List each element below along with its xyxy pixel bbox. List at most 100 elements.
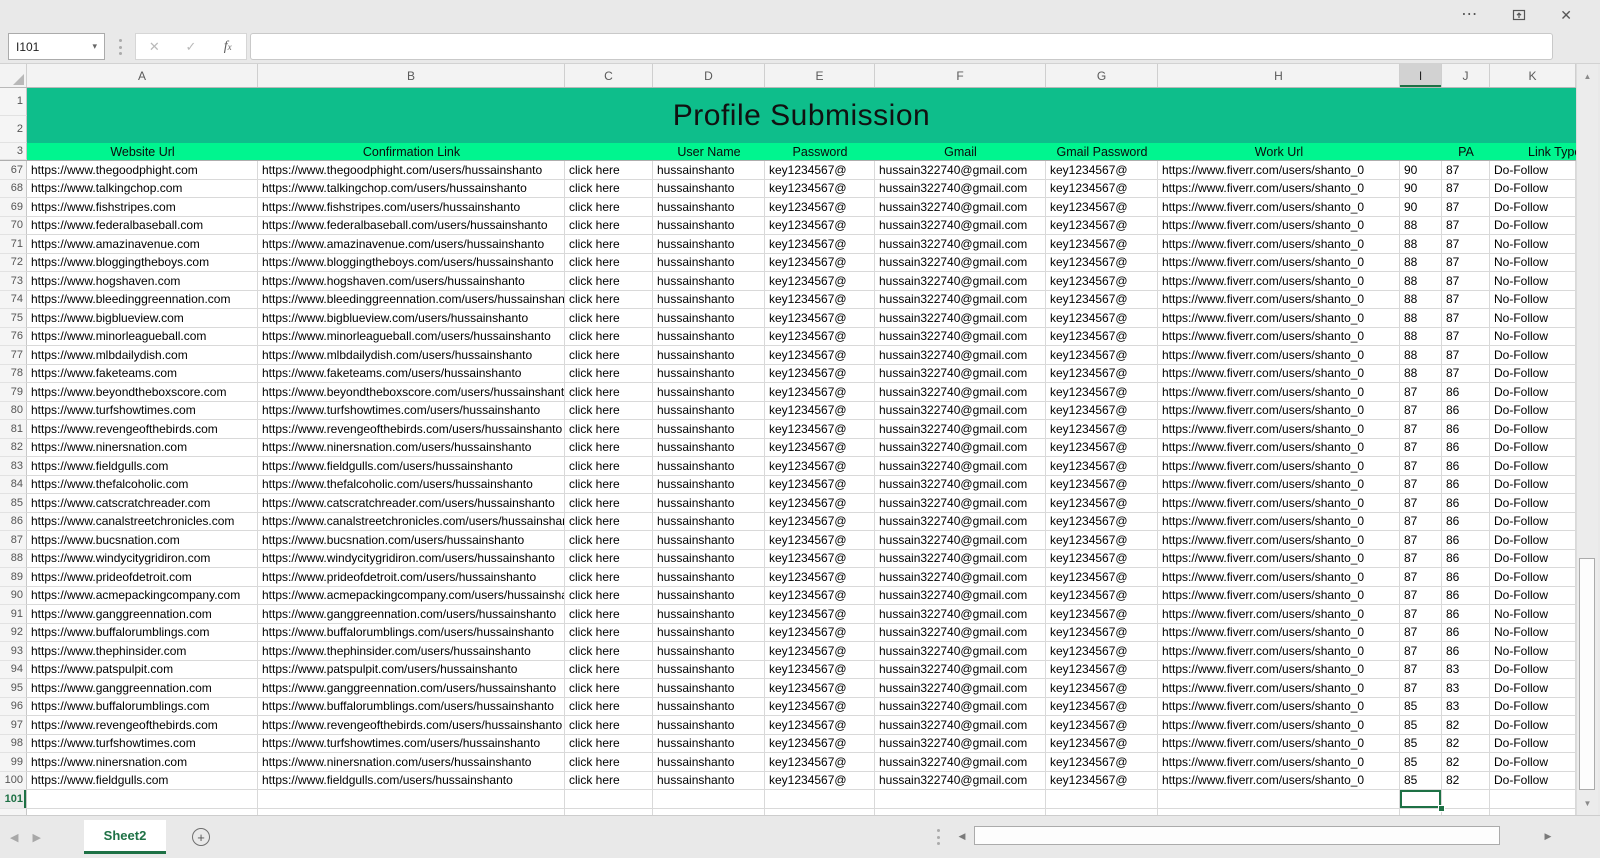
- cell[interactable]: click here: [565, 513, 653, 532]
- row-header-83[interactable]: 83: [0, 457, 27, 476]
- cell[interactable]: 85: [1400, 716, 1442, 735]
- cell[interactable]: 87: [1442, 365, 1490, 384]
- cell[interactable]: 86: [1442, 587, 1490, 606]
- cell[interactable]: https://www.ganggreennation.com/users/hu…: [258, 605, 565, 624]
- cell[interactable]: key1234567@: [1046, 605, 1158, 624]
- cell[interactable]: hussainshanto: [653, 235, 765, 254]
- cell[interactable]: 85: [1400, 735, 1442, 754]
- cell[interactable]: Do-Follow: [1490, 550, 1576, 569]
- cell[interactable]: https://www.bucsnation.com/users/hussain…: [258, 531, 565, 550]
- cell[interactable]: 87: [1442, 161, 1490, 180]
- cell[interactable]: https://www.bleedinggreennation.com: [27, 291, 258, 310]
- cell[interactable]: 87: [1400, 624, 1442, 643]
- cell[interactable]: click here: [565, 753, 653, 772]
- row-header-97[interactable]: 97: [0, 716, 27, 735]
- cell[interactable]: [875, 790, 1046, 809]
- cell[interactable]: https://www.fiverr.com/users/shanto_0: [1158, 624, 1400, 643]
- cell[interactable]: https://www.fiverr.com/users/shanto_0: [1158, 439, 1400, 458]
- cell[interactable]: hussain322740@gmail.com: [875, 587, 1046, 606]
- cell[interactable]: 82: [1442, 753, 1490, 772]
- row-header-87[interactable]: 87: [0, 531, 27, 550]
- sheet-tab-sheet2[interactable]: Sheet2: [84, 820, 166, 854]
- cell[interactable]: key1234567@: [765, 624, 875, 643]
- cell[interactable]: key1234567@: [1046, 735, 1158, 754]
- cell[interactable]: https://www.faketeams.com: [27, 365, 258, 384]
- cell[interactable]: https://www.catscratchreader.com: [27, 494, 258, 513]
- cell[interactable]: click here: [565, 254, 653, 273]
- cell[interactable]: key1234567@: [1046, 328, 1158, 347]
- cell[interactable]: https://www.canalstreetchronicles.com: [27, 513, 258, 532]
- cell[interactable]: hussainshanto: [653, 716, 765, 735]
- cell[interactable]: click here: [565, 272, 653, 291]
- cell[interactable]: hussainshanto: [653, 180, 765, 199]
- cell[interactable]: hussain322740@gmail.com: [875, 402, 1046, 421]
- cell[interactable]: No-Follow: [1490, 291, 1576, 310]
- cell[interactable]: 85: [1400, 753, 1442, 772]
- cell[interactable]: https://www.revengeofthebirds.com/users/…: [258, 716, 565, 735]
- column-header-k[interactable]: K: [1490, 64, 1576, 87]
- cell[interactable]: [1490, 790, 1576, 809]
- cell[interactable]: hussainshanto: [653, 457, 765, 476]
- cell[interactable]: 87: [1400, 587, 1442, 606]
- cell[interactable]: key1234567@: [765, 235, 875, 254]
- cell[interactable]: 86: [1442, 383, 1490, 402]
- cell[interactable]: 86: [1442, 420, 1490, 439]
- cell[interactable]: 87: [1442, 180, 1490, 199]
- cell[interactable]: key1234567@: [1046, 513, 1158, 532]
- row-header-95[interactable]: 95: [0, 679, 27, 698]
- cell[interactable]: key1234567@: [765, 198, 875, 217]
- cell[interactable]: 87: [1442, 328, 1490, 347]
- cell[interactable]: https://www.fieldgulls.com/users/hussain…: [258, 772, 565, 791]
- cell[interactable]: 87: [1400, 568, 1442, 587]
- cell[interactable]: key1234567@: [765, 476, 875, 495]
- cell[interactable]: 82: [1442, 716, 1490, 735]
- cell[interactable]: click here: [565, 624, 653, 643]
- cell[interactable]: hussainshanto: [653, 698, 765, 717]
- cell[interactable]: key1234567@: [765, 439, 875, 458]
- cell[interactable]: click here: [565, 531, 653, 550]
- cell[interactable]: hussain322740@gmail.com: [875, 180, 1046, 199]
- cell[interactable]: https://www.thegoodphight.com: [27, 161, 258, 180]
- cell[interactable]: key1234567@: [765, 291, 875, 310]
- cell[interactable]: Do-Follow: [1490, 476, 1576, 495]
- cell[interactable]: Do-Follow: [1490, 661, 1576, 680]
- cell[interactable]: key1234567@: [1046, 716, 1158, 735]
- cell[interactable]: click here: [565, 365, 653, 384]
- select-all-button[interactable]: [0, 64, 27, 87]
- cell[interactable]: key1234567@: [1046, 457, 1158, 476]
- cell[interactable]: key1234567@: [765, 568, 875, 587]
- cell[interactable]: 88: [1400, 291, 1442, 310]
- cell[interactable]: 86: [1442, 513, 1490, 532]
- cell[interactable]: key1234567@: [1046, 291, 1158, 310]
- cell[interactable]: key1234567@: [1046, 217, 1158, 236]
- cell[interactable]: hussainshanto: [653, 642, 765, 661]
- cell[interactable]: https://www.fiverr.com/users/shanto_0: [1158, 735, 1400, 754]
- cell[interactable]: key1234567@: [765, 272, 875, 291]
- cell[interactable]: https://www.amazinavenue.com/users/hussa…: [258, 235, 565, 254]
- cell[interactable]: https://www.buffalorumblings.com: [27, 698, 258, 717]
- column-header-a[interactable]: A: [27, 64, 258, 87]
- row-header-86[interactable]: 86: [0, 513, 27, 532]
- row-header-88[interactable]: 88: [0, 550, 27, 569]
- cell[interactable]: hussainshanto: [653, 661, 765, 680]
- active-cell-i101[interactable]: [1400, 790, 1442, 809]
- cell[interactable]: https://www.fiverr.com/users/shanto_0: [1158, 328, 1400, 347]
- vertical-scrollbar[interactable]: ▲ ▼: [1576, 64, 1598, 815]
- close-icon[interactable]: ✕: [1560, 0, 1572, 30]
- cell[interactable]: [1442, 790, 1490, 809]
- cell[interactable]: 87: [1400, 402, 1442, 421]
- cell[interactable]: https://www.acmepackingcompany.com: [27, 587, 258, 606]
- cell[interactable]: https://www.fieldgulls.com: [27, 772, 258, 791]
- cell[interactable]: https://www.mlbdailydish.com/users/hussa…: [258, 346, 565, 365]
- row-header-67[interactable]: 67: [0, 161, 27, 180]
- cell[interactable]: click here: [565, 457, 653, 476]
- column-header-g[interactable]: G: [1046, 64, 1158, 87]
- cell[interactable]: click here: [565, 291, 653, 310]
- cell[interactable]: Do-Follow: [1490, 679, 1576, 698]
- cell[interactable]: key1234567@: [765, 550, 875, 569]
- cell[interactable]: Do-Follow: [1490, 420, 1576, 439]
- cell[interactable]: https://www.fiverr.com/users/shanto_0: [1158, 531, 1400, 550]
- cell[interactable]: hussainshanto: [653, 439, 765, 458]
- cell[interactable]: hussainshanto: [653, 513, 765, 532]
- cell[interactable]: hussainshanto: [653, 198, 765, 217]
